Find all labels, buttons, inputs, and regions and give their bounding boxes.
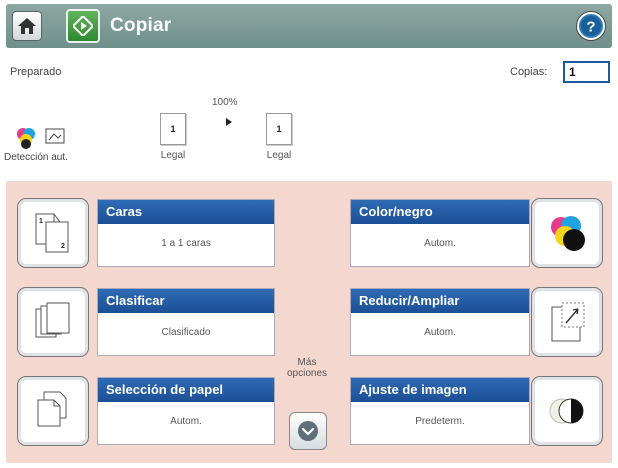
papel-tile[interactable]: Selección de papel Autom. bbox=[97, 377, 275, 445]
caras-tile[interactable]: Caras 1 a 1 caras bbox=[97, 199, 275, 267]
clasificar-value: Clasificado bbox=[161, 327, 211, 338]
caras-icon-button[interactable]: 1 2 bbox=[17, 198, 89, 268]
help-button[interactable]: ? bbox=[576, 11, 606, 41]
reducir-value: Autom. bbox=[424, 327, 456, 338]
caras-value: 1 a 1 caras bbox=[161, 238, 211, 249]
auto-color-detect-icon bbox=[17, 128, 65, 149]
home-button[interactable] bbox=[12, 11, 42, 41]
ajuste-value: Predeterm. bbox=[415, 416, 465, 427]
resize-icon bbox=[551, 302, 585, 342]
home-icon bbox=[18, 18, 36, 34]
page-title: Copiar bbox=[110, 15, 172, 36]
caras-title: Caras bbox=[98, 200, 274, 224]
clasificar-tile[interactable]: Clasificar Clasificado bbox=[97, 288, 275, 356]
copies-input[interactable]: 1 bbox=[563, 61, 610, 83]
svg-text:?: ? bbox=[586, 19, 595, 36]
color-mode-icon bbox=[551, 216, 585, 251]
reducir-icon-button[interactable] bbox=[531, 287, 603, 357]
papel-title: Selección de papel bbox=[98, 378, 274, 402]
more-options-line2: opciones bbox=[286, 368, 328, 379]
reducir-title: Reducir/Ampliar bbox=[351, 289, 529, 313]
color-icon-button[interactable] bbox=[531, 198, 603, 268]
copy-start-icon bbox=[73, 16, 93, 36]
collate-icon bbox=[35, 302, 70, 338]
ajuste-icon-button[interactable] bbox=[531, 376, 603, 446]
color-tile[interactable]: Color/negro Autom. bbox=[350, 199, 530, 267]
ajuste-tile[interactable]: Ajuste de imagen Predeterm. bbox=[350, 377, 530, 445]
svg-text:2: 2 bbox=[61, 243, 65, 250]
more-options-button[interactable] bbox=[289, 412, 327, 450]
output-page-thumb: 1 bbox=[266, 113, 292, 145]
clasificar-title: Clasificar bbox=[98, 289, 274, 313]
arrow-right-icon bbox=[226, 118, 232, 126]
chevron-down-icon bbox=[298, 421, 318, 441]
source-page-label: Legal bbox=[160, 150, 186, 161]
detection-label: Detección aut. bbox=[4, 152, 68, 163]
title-bar: Copiar ? bbox=[6, 4, 612, 48]
output-page-label: Legal bbox=[266, 150, 292, 161]
color-title: Color/negro bbox=[351, 200, 529, 224]
svg-text:1: 1 bbox=[39, 218, 43, 225]
ajuste-title: Ajuste de imagen bbox=[351, 378, 529, 402]
image-adjust-icon bbox=[549, 398, 584, 424]
reducir-tile[interactable]: Reducir/Ampliar Autom. bbox=[350, 288, 530, 356]
duplex-icon: 1 2 bbox=[35, 213, 69, 253]
start-copy-button[interactable] bbox=[66, 9, 100, 43]
more-options-label: Más opciones bbox=[282, 357, 332, 379]
clasificar-icon-button[interactable] bbox=[17, 287, 89, 357]
papel-icon-button[interactable] bbox=[17, 376, 89, 446]
color-value: Autom. bbox=[424, 238, 456, 249]
source-page-thumb: 1 bbox=[160, 113, 186, 145]
papel-value: Autom. bbox=[170, 416, 202, 427]
paper-select-icon bbox=[37, 391, 67, 427]
more-options-line1: Más bbox=[297, 357, 317, 368]
help-icon: ? bbox=[579, 14, 603, 38]
zoom-label: 100% bbox=[212, 97, 238, 108]
copies-label: Copias: bbox=[510, 66, 548, 78]
status-text: Preparado bbox=[10, 66, 62, 78]
